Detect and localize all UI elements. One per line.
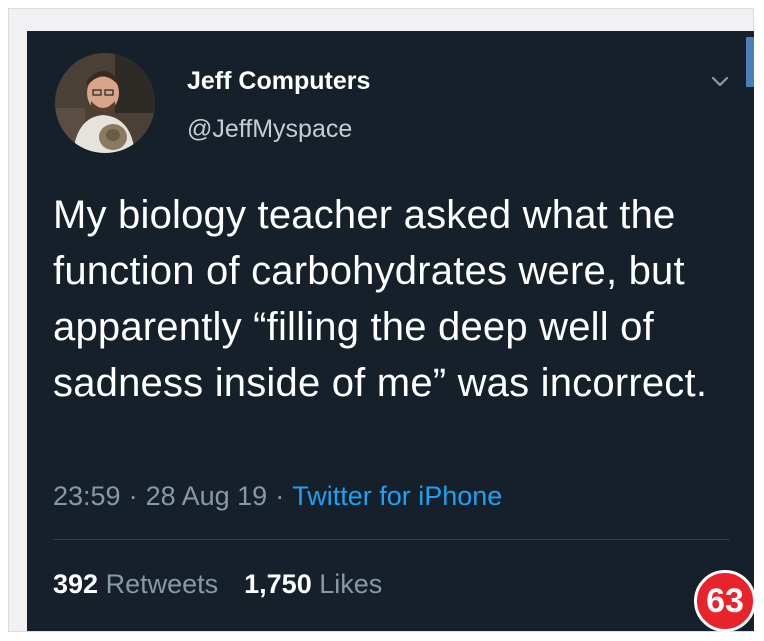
- meta-separator: ·: [275, 481, 285, 511]
- tweet-card: Jeff Computers @JeffMyspace My biology t…: [27, 31, 754, 631]
- screenshot-frame: Jeff Computers @JeffMyspace My biology t…: [8, 8, 754, 632]
- scrollbar[interactable]: [746, 37, 754, 87]
- likes-label: Likes: [319, 569, 383, 599]
- tweet-date[interactable]: 28 Aug 19: [146, 481, 268, 511]
- tweet-stats: 392 Retweets 1,750 Likes: [53, 569, 382, 600]
- display-name[interactable]: Jeff Computers: [187, 67, 370, 96]
- chevron-down-icon[interactable]: [708, 69, 732, 93]
- number-badge: 63: [694, 570, 756, 632]
- likes-stat[interactable]: 1,750 Likes: [244, 569, 382, 599]
- tweet-text: My biology teacher asked what the functi…: [53, 193, 708, 405]
- meta-separator: ·: [128, 481, 138, 511]
- likes-count: 1,750: [244, 569, 312, 599]
- avatar-photo: [55, 53, 155, 153]
- tweet-meta: 23:59 · 28 Aug 19 · Twitter for iPhone: [53, 481, 502, 512]
- retweets-stat[interactable]: 392 Retweets: [53, 569, 218, 599]
- divider: [53, 539, 730, 540]
- tweet-time[interactable]: 23:59: [53, 481, 121, 511]
- tweet-source-link[interactable]: Twitter for iPhone: [292, 481, 502, 511]
- retweets-label: Retweets: [105, 569, 219, 599]
- avatar[interactable]: [55, 53, 155, 153]
- retweets-count: 392: [53, 569, 99, 599]
- user-handle[interactable]: @JeffMyspace: [187, 115, 352, 144]
